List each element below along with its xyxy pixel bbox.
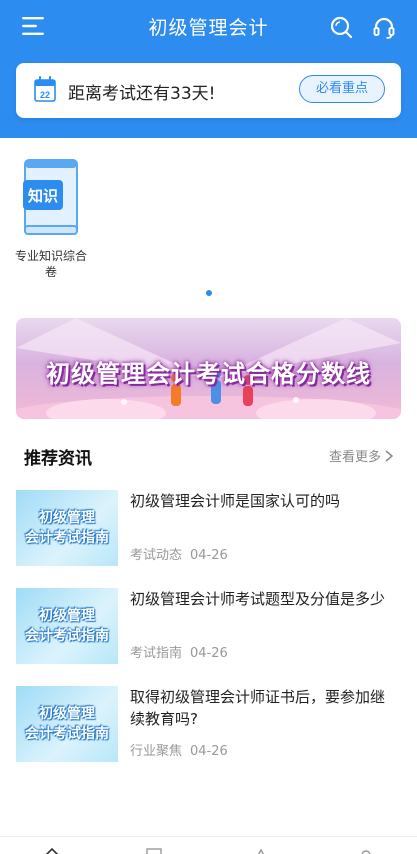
bell-icon[interactable] xyxy=(253,847,269,854)
news-title: 取得初级管理会计师证书后，要参加继续教育吗? xyxy=(130,688,386,728)
news-item[interactable]: 初级管理 会计考试指南 初级管理会计师是国家认可的吗 考试动态 04-26 xyxy=(16,490,401,566)
search-icon[interactable] xyxy=(329,15,353,39)
news-item[interactable]: 初级管理 会计考试指南 取得初级管理会计师证书后，要参加继续教育吗? 行业聚焦 0… xyxy=(16,686,401,762)
view-more-label: 查看更多 xyxy=(328,450,381,465)
category-label: 专业知识综合卷 xyxy=(14,249,87,279)
menu-icon[interactable] xyxy=(22,16,44,36)
news-date: 04-26 xyxy=(190,646,228,661)
exam-countdown-card: 22 距离考试还有33天! 必看重点 xyxy=(16,63,401,118)
category-item-knowledge[interactable]: 知识 专业知识综合卷 xyxy=(10,158,92,280)
book-icon[interactable] xyxy=(146,847,162,854)
category-icon-text: 知识 xyxy=(28,187,58,205)
banner-title: 初级管理会计考试合格分数线 xyxy=(46,360,371,388)
news-meta: 行业聚焦 04-26 xyxy=(130,740,228,759)
news-meta: 考试指南 04-26 xyxy=(130,642,228,661)
score-line-banner[interactable]: 初级管理会计考试合格分数线 xyxy=(16,318,401,419)
thumbnail-line1: 初级管理 xyxy=(39,608,95,624)
news-item[interactable]: 初级管理 会计考试指南 初级管理会计师考试题型及分值是多少 考试指南 04-26 xyxy=(16,588,401,664)
news-title: 初级管理会计师是国家认可的吗 xyxy=(130,492,341,510)
thumbnail-line2: 会计考试指南 xyxy=(25,628,109,644)
news-thumbnail: 初级管理 会计考试指南 xyxy=(16,490,118,566)
thumbnail-line1: 初级管理 xyxy=(39,510,95,526)
news-date: 04-26 xyxy=(190,548,228,563)
news-tag: 行业聚焦 xyxy=(130,744,183,759)
thumbnail-line2: 会计考试指南 xyxy=(25,726,109,742)
news-thumbnail: 初级管理 会计考试指南 xyxy=(16,588,118,664)
news-tag: 考试指南 xyxy=(130,646,183,661)
news-thumbnail: 初级管理 会计考试指南 xyxy=(16,686,118,762)
user-icon[interactable] xyxy=(358,847,374,854)
countdown-text: 距离考试还有33天! xyxy=(68,84,216,104)
thumbnail-line2: 会计考试指南 xyxy=(25,530,109,546)
key-points-button[interactable]: 必看重点 xyxy=(298,75,385,103)
view-more-link[interactable]: 查看更多 xyxy=(329,446,393,465)
thumbnail-line1: 初级管理 xyxy=(39,706,95,722)
section-title: 推荐资讯 xyxy=(24,449,92,469)
top-bar: 初级管理会计 xyxy=(0,0,417,52)
calendar-day: 22 xyxy=(40,90,50,100)
calendar-icon: 22 xyxy=(34,76,56,102)
chevron-right-icon xyxy=(385,449,393,462)
book-icon: 知识 xyxy=(23,159,78,235)
home-icon[interactable] xyxy=(44,847,60,854)
carousel-indicator-dot xyxy=(206,290,212,296)
news-title: 初级管理会计师考试题型及分值是多少 xyxy=(130,590,386,608)
page-title: 初级管理会计 xyxy=(148,16,269,39)
bottom-tab-bar xyxy=(0,836,417,854)
news-tag: 考试动态 xyxy=(130,548,183,563)
news-date: 04-26 xyxy=(190,744,228,759)
headset-icon[interactable] xyxy=(372,15,396,39)
news-meta: 考试动态 04-26 xyxy=(130,544,228,563)
